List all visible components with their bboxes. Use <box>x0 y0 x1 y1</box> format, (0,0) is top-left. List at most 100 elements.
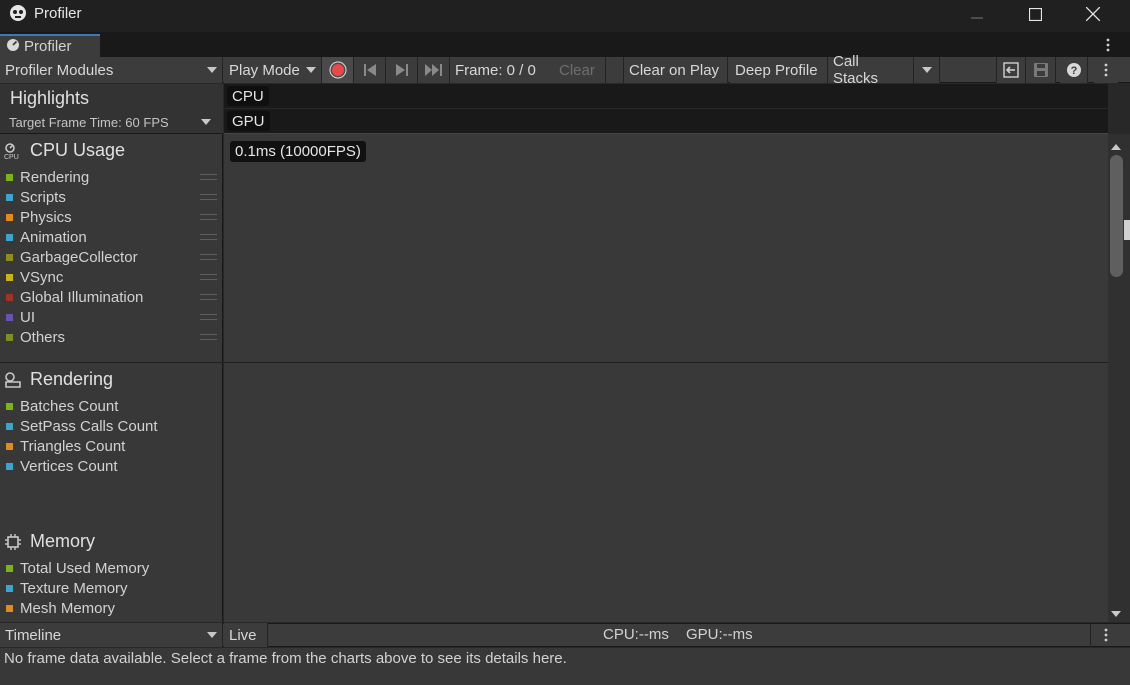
legend-item[interactable]: Mesh Memory <box>6 598 115 618</box>
record-icon <box>329 61 346 79</box>
clear-button[interactable]: Clear <box>554 57 606 83</box>
unity-logo-icon <box>9 4 27 22</box>
play-mode-dropdown[interactable]: Play Mode <box>224 57 322 83</box>
drag-handle-icon[interactable] <box>200 174 217 180</box>
details-more-kebab-icon[interactable] <box>1100 627 1112 647</box>
legend-item[interactable]: Physics <box>6 207 72 227</box>
legend-label: VSync <box>20 268 64 286</box>
edge-artifact <box>1124 220 1130 240</box>
chevron-down-icon <box>306 67 316 73</box>
maximize-button[interactable] <box>1006 0 1064 28</box>
minimize-button[interactable] <box>948 0 1006 28</box>
clear-on-play-toggle[interactable]: Clear on Play <box>624 57 728 83</box>
record-button[interactable] <box>322 57 354 83</box>
legend-color-swatch <box>6 253 13 261</box>
drag-handle-icon[interactable] <box>200 254 217 260</box>
legend-label: SetPass Calls Count <box>20 417 158 435</box>
close-button[interactable] <box>1064 0 1122 28</box>
help-button[interactable]: ? <box>1060 57 1088 83</box>
scroll-up-arrow-icon[interactable] <box>1110 139 1122 156</box>
tab-menu-kebab-icon[interactable] <box>1102 37 1114 53</box>
highlights-cpu-lane[interactable] <box>224 84 1108 109</box>
call-stacks-toggle[interactable]: Call Stacks <box>828 53 914 87</box>
legend-item[interactable]: Total Used Memory <box>6 558 149 578</box>
legend-color-swatch <box>6 313 13 321</box>
details-view-dropdown[interactable]: Timeline <box>0 623 223 647</box>
save-icon <box>1033 63 1048 77</box>
toolbar-spacer <box>606 57 624 83</box>
chart-area[interactable] <box>224 84 1108 622</box>
legend-item[interactable]: Scripts <box>6 187 66 207</box>
legend-item[interactable]: Batches Count <box>6 396 118 416</box>
save-profile-button[interactable] <box>1026 57 1056 83</box>
memory-module-header[interactable]: Memory <box>4 531 95 552</box>
memory-title: Memory <box>30 531 96 551</box>
legend-item[interactable]: Animation <box>6 227 87 247</box>
legend-item[interactable]: Global Illumination <box>6 287 143 307</box>
legend-item[interactable]: Rendering <box>6 167 89 187</box>
next-frame-button[interactable] <box>386 57 418 83</box>
legend-color-swatch <box>6 584 13 592</box>
svg-text:CPU: CPU <box>4 154 19 160</box>
drag-handle-icon[interactable] <box>200 274 217 280</box>
cpu-chart-scale-label: 0.1ms (10000FPS) <box>230 141 366 162</box>
scroll-down-arrow-icon[interactable] <box>1110 606 1122 623</box>
drag-handle-icon[interactable] <box>200 314 217 320</box>
cpu-lane-label: CPU <box>227 86 269 106</box>
details-view-label: Timeline <box>5 626 62 644</box>
current-frame-button[interactable] <box>418 57 450 83</box>
legend-label: Others <box>20 328 66 346</box>
module-divider <box>0 362 223 363</box>
tab-row <box>0 32 1130 57</box>
deep-profile-toggle[interactable]: Deep Profile <box>730 57 828 83</box>
profiler-modules-dropdown[interactable]: Profiler Modules <box>0 57 223 83</box>
legend-label: GarbageCollector <box>20 248 138 266</box>
profiler-modules-label: Profiler Modules <box>5 61 114 79</box>
drag-handle-icon[interactable] <box>200 234 217 240</box>
legend-item[interactable]: Vertices Count <box>6 456 118 476</box>
no-frame-data-message: No frame data available. Select a frame … <box>4 650 567 667</box>
legend-color-swatch <box>6 604 13 612</box>
toolbar-more-button[interactable] <box>1094 57 1118 83</box>
divider <box>1090 623 1091 647</box>
window-title: Profiler <box>34 5 82 22</box>
fast-forward-icon <box>424 64 442 76</box>
legend-color-swatch <box>6 422 13 430</box>
highlights-gpu-lane[interactable] <box>224 109 1108 134</box>
drag-handle-icon[interactable] <box>200 334 217 340</box>
legend-label: Mesh Memory <box>20 599 116 617</box>
legend-item[interactable]: VSync <box>6 267 63 287</box>
legend-color-swatch <box>6 564 13 572</box>
tab-profiler[interactable]: Profiler <box>0 34 100 57</box>
legend-color-swatch <box>6 173 13 181</box>
legend-item[interactable]: Others <box>6 327 65 347</box>
call-stacks-dropdown[interactable] <box>914 57 940 83</box>
legend-label: Scripts <box>20 188 66 206</box>
highlights-title: Highlights <box>10 88 90 108</box>
step-back-icon <box>363 64 376 76</box>
cpu-usage-module-header[interactable]: CPU CPU Usage <box>4 140 125 161</box>
chevron-down-icon <box>207 632 217 638</box>
legend-item[interactable]: GarbageCollector <box>6 247 138 267</box>
live-toggle[interactable]: Live <box>224 623 268 647</box>
profiler-gauge-icon <box>6 38 20 56</box>
legend-item[interactable]: Texture Memory <box>6 578 128 598</box>
drag-handle-icon[interactable] <box>200 214 217 220</box>
cpu-usage-title: CPU Usage <box>30 140 126 160</box>
load-icon <box>1003 62 1019 78</box>
drag-handle-icon[interactable] <box>200 194 217 200</box>
drag-handle-icon[interactable] <box>200 294 217 300</box>
previous-frame-button[interactable] <box>354 57 386 83</box>
legend-color-swatch <box>6 333 13 341</box>
legend-item[interactable]: SetPass Calls Count <box>6 416 158 436</box>
legend-color-swatch <box>6 402 13 410</box>
legend-label: Rendering <box>20 168 90 186</box>
load-profile-button[interactable] <box>996 57 1026 83</box>
rendering-module-header[interactable]: Rendering <box>4 369 113 390</box>
legend-item[interactable]: UI <box>6 307 35 327</box>
target-frame-dropdown[interactable]: Target Frame Time: 60 FPS <box>0 112 223 132</box>
gpu-lane-label: GPU <box>227 111 270 131</box>
scrollbar-thumb[interactable] <box>1110 155 1123 277</box>
legend-item[interactable]: Triangles Count <box>6 436 125 456</box>
legend-label: Animation <box>20 228 87 246</box>
